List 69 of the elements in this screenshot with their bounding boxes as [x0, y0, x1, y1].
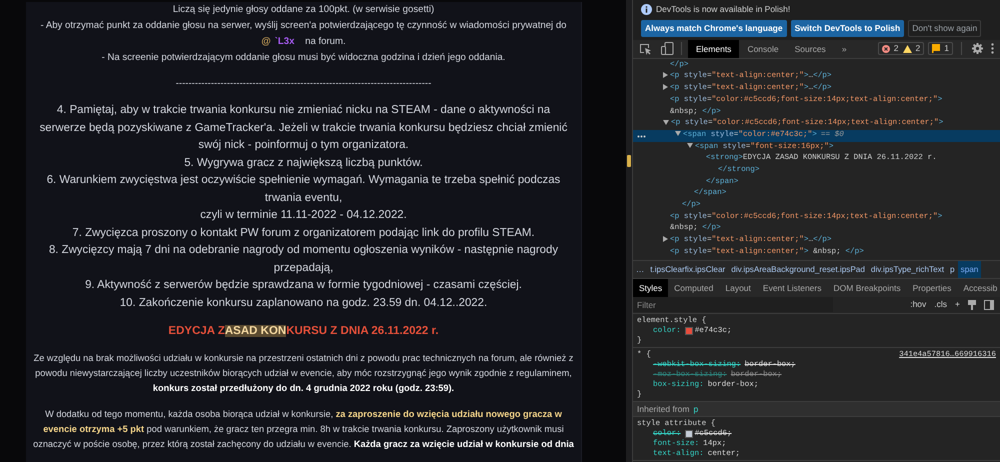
pane-tab[interactable]: Properties [906, 278, 958, 297]
paint-icon[interactable] [968, 300, 976, 310]
inherited-element-link[interactable]: p [693, 404, 698, 414]
issue-counter[interactable]: 2 2 [878, 42, 924, 56]
post-text: 7. Zwycięzca proszony o kontakt PW forum z organizatorem podając link do profilu STEAM. [71, 226, 536, 240]
device-icon[interactable] [661, 42, 675, 56]
caret-icon[interactable] [675, 131, 681, 136]
sidebar-icon[interactable] [984, 300, 994, 310]
pane-tab[interactable]: Styles [633, 278, 668, 297]
error-icon [882, 44, 890, 53]
devtools-tab[interactable]: Sources [786, 40, 834, 58]
devtools-tab[interactable]: Elements [688, 40, 740, 58]
info-icon [641, 4, 652, 15]
post-text: -------------------------------------------------------------------------------- [174, 77, 432, 91]
pane-tab[interactable]: Layout [719, 278, 757, 297]
post-text: - Na screenie potwierdzającym oddanie głosu musi być widoczna godzina i dzień jego oddania. [100, 51, 506, 65]
caret-icon[interactable] [663, 72, 668, 78]
post-text: czyli w terminie 11.11-2022 - 04.12.2022. [199, 208, 408, 223]
post-text: 9. Aktywność z serwerów będzie sprawdzana w formie tygodniowej - czasami częściej. [84, 278, 523, 293]
filter-field[interactable]: Filter [633, 297, 833, 312]
breadcrumb-item[interactable]: div.ipsType_richText [868, 260, 948, 278]
warning-count: 2 [916, 43, 920, 54]
post-text: 8. Zwycięzcy mają 7 dni na odebranie nagrody od momentu ogłoszenia wyników - następnie nagrody przepadają, [48, 243, 560, 276]
pane-tab[interactable]: Accessib [957, 278, 1000, 297]
user-mention-link[interactable]: @ `L3x [261, 36, 294, 47]
hover-state-toggle[interactable]: :hov [910, 298, 926, 312]
inherited-label: Inherited from [637, 404, 690, 414]
caret-icon[interactable] [687, 143, 693, 148]
pane-tab[interactable]: DOM Breakpoints [828, 278, 907, 297]
caret-icon[interactable] [663, 120, 669, 125]
post-text: - Aby otrzymać punkt za oddanie głosu na serwer, wyślij screen'a potwierdzającego tę czynność w wiadomości prywatnej do [39, 19, 568, 33]
infobar-message: DevTools is now available in Polish! [656, 3, 790, 16]
post-text: na forum. [305, 36, 346, 47]
breadcrumb-item[interactable]: t.ipsClearfix.ipsClear [647, 260, 728, 278]
warning-icon [902, 44, 912, 53]
more-tabs-button[interactable]: » [834, 40, 855, 58]
post-text: 5. Wygrywa gracz z największą liczbą punktów. [183, 156, 424, 170]
color-swatch[interactable] [684, 430, 693, 438]
issue-count: 1 [944, 43, 949, 54]
caret-icon[interactable] [663, 236, 668, 242]
inspect-icon[interactable] [639, 42, 653, 55]
pane-tab[interactable]: Event Listeners [756, 278, 828, 297]
breadcrumb-item[interactable]: div.ipsAreaBackground_reset.ipsPad [728, 260, 868, 278]
infobar-button[interactable]: Switch DevTools to Polish [790, 20, 904, 37]
post-paragraph: Ze względu na brak możliwości udziału w konkursie na przestrzeni ostatnich dni z powodu prac technicznych na forum, ale również z powodu niewystarczającej liczby uczestników biorących udział w evencie, aby móc rozstrzygnąć jego wynik zgodnie z regulaminem, konkurs został przedłużony do dn. 4 grudnia 2022 roku (godz. 23:59). [32, 352, 574, 396]
breadcrumb-item[interactable]: p [947, 260, 958, 278]
caret-icon[interactable] [663, 84, 668, 90]
infobar-button[interactable]: Always match Chrome's language [641, 20, 787, 37]
scrollbar[interactable] [626, 0, 632, 462]
post-text: 4. Pamiętaj, aby w trakcie trwania konkursu nie zmieniać nicku na STEAM - dane o aktywności na serwerze będą pozyskiwane z GameTracker'a. Jeżeli w trakcie trwania konkursu będziesz chciał zmienić swój nick - poinformuj o tym organizatora. [38, 103, 568, 153]
color-swatch[interactable] [684, 326, 693, 335]
settings-icon[interactable] [972, 43, 983, 54]
new-rule-button[interactable]: + [955, 298, 960, 312]
scroll-marker [627, 155, 631, 167]
post-text: 10. Zakończenie konkursu zaplanowano na godz. 23.59 dn. 04.12..2022. [118, 296, 488, 310]
breadcrumb-item[interactable]: span [958, 260, 982, 278]
post-paragraph: W dodatku od tego momentu, każda osoba biorąca udział w konkursie, za zaproszenie do wzięcia udziału nowego gracza w evencie otrzyma +5 pkt pod warunkiem, że gracz ten przegra min. 8h w trakcie trwania konkursu. Zaproszony użytkownik musi oznaczyć w poście osobę, przez którą został zachęcony do udziału w evencie. Każda gracz za wzięcie udział w konkursie od dnia [32, 408, 575, 452]
error-count: 2 [894, 43, 899, 54]
class-toggle[interactable]: .cls [934, 298, 948, 312]
breadcrumb-item[interactable]: … [633, 260, 648, 278]
infobar-button[interactable]: Don't show again [908, 20, 982, 37]
post-text: Liczą się jedynie głosy oddane za 100pkt. (w serwisie gosetti) [172, 3, 436, 17]
pane-tab[interactable]: Computed [668, 278, 720, 297]
issues-button[interactable]: 1 [928, 42, 953, 56]
more-icon[interactable] [637, 134, 646, 138]
more-icon[interactable] [991, 43, 994, 54]
post-heading: EDYCJA ZASAD KONKURSU Z DNIA 26.11.2022 r. [167, 324, 440, 339]
flag-icon [932, 44, 940, 54]
devtools-tab[interactable]: Console [739, 40, 787, 58]
